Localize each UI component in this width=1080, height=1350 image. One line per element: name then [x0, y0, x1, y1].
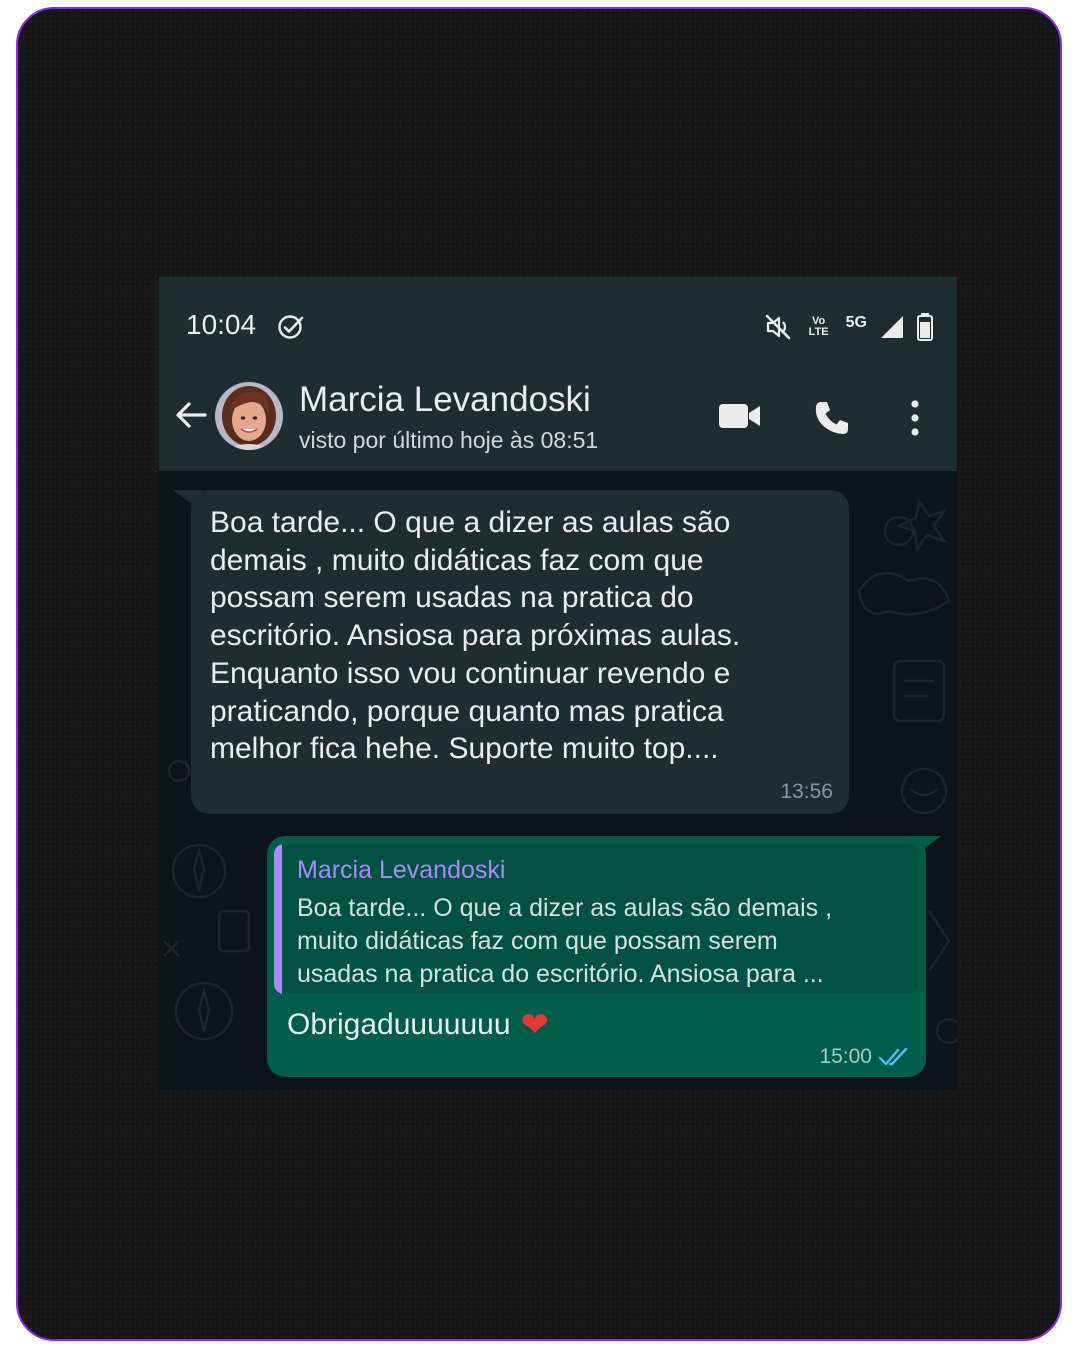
outgoing-message-meta: 15:00: [819, 1045, 910, 1069]
last-seen-status: visto por último hoje às 08:51: [299, 427, 599, 453]
outgoing-message-bubble[interactable]: Marcia Levandoski Boa tarde... O que a d…: [267, 836, 926, 1077]
more-options-icon[interactable]: [903, 399, 927, 437]
incoming-message-time: 13:56: [780, 780, 833, 803]
status-bar-time: 10:04: [186, 309, 257, 340]
quote-accent-bar: [274, 844, 282, 994]
battery-icon: [917, 313, 933, 341]
volte-indicator: Vo LTE: [808, 315, 829, 338]
back-arrow-icon[interactable]: [173, 397, 209, 433]
check-circle-icon: [278, 315, 304, 339]
quoted-message[interactable]: Marcia Levandoski Boa tarde... O que a d…: [274, 844, 918, 994]
video-call-icon[interactable]: [719, 401, 761, 431]
red-heart-emoji: ❤: [520, 1006, 550, 1044]
incoming-message-text: Boa tarde... O que a dizer as aulas são …: [210, 506, 741, 766]
screenshot-frame: 10:04 Vo LTE 5G Marcia Levandoski visto …: [16, 7, 1062, 1341]
status-bar-icons: Vo LTE 5G: [764, 311, 933, 343]
incoming-message-bubble[interactable]: Boa tarde... O que a dizer as aulas são …: [191, 490, 849, 814]
quoted-message-author: Marcia Levandoski: [297, 856, 506, 884]
outgoing-message-time: 15:00: [819, 1045, 872, 1068]
signal-icon: [881, 316, 903, 338]
phone-screen: 10:04 Vo LTE 5G Marcia Levandoski visto …: [159, 277, 957, 1090]
mute-icon: [765, 314, 790, 340]
network-type-label: 5G: [845, 314, 867, 331]
avatar[interactable]: [215, 382, 283, 450]
phone-call-icon[interactable]: [813, 399, 851, 437]
contact-name[interactable]: Marcia Levandoski: [299, 380, 591, 420]
avatar-photo: [215, 382, 283, 450]
chat-header: 10:04 Vo LTE 5G Marcia Levandoski visto …: [159, 277, 957, 471]
outgoing-message-text: Obrigaduuuuuuu: [287, 1008, 511, 1041]
quoted-message-text: Boa tarde... O que a dizer as aulas são …: [297, 894, 833, 988]
read-double-check-icon: [878, 1047, 908, 1066]
outgoing-message-content: Obrigaduuuuuuu ❤: [287, 1008, 549, 1042]
